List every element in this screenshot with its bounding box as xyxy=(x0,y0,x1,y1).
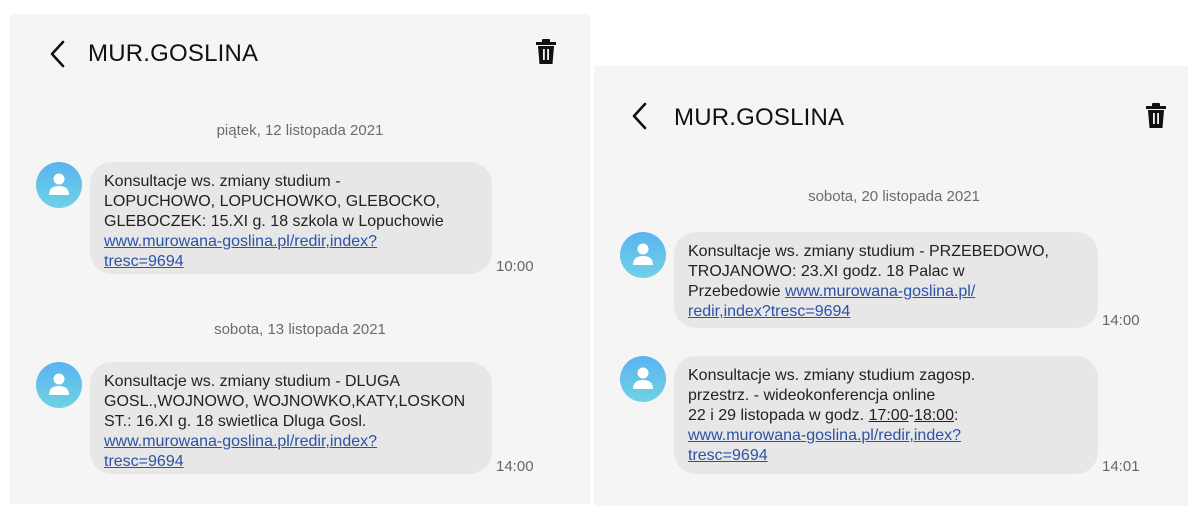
message-link[interactable]: tresc=9694 xyxy=(104,253,184,270)
message-text: Przebedowie xyxy=(688,283,785,300)
message-text: Konsultacje ws. zmiany studium - xyxy=(104,173,341,190)
back-button[interactable] xyxy=(44,34,72,74)
person-icon xyxy=(49,373,69,395)
date-separator: sobota, 20 listopada 2021 xyxy=(808,188,980,205)
message-text: GOSL.,WOJNOWO, WOJNOWKO,KATY,LOSKON xyxy=(104,393,466,410)
conversation-header: MUR.GOSLINA xyxy=(10,14,590,84)
trash-icon xyxy=(536,39,556,64)
delete-button[interactable] xyxy=(534,38,558,66)
date-separator: piątek, 12 listopada 2021 xyxy=(216,122,384,139)
conversation-panel-left: MUR.GOSLINA piątek, 12 listopada 2021 Ko… xyxy=(10,14,590,504)
message-timestamp: 14:01 xyxy=(1102,458,1140,475)
message-link[interactable]: tresc=9694 xyxy=(104,453,184,470)
conversation-title: MUR.GOSLINA xyxy=(674,104,845,131)
message-link[interactable]: www.murowana-goslina.pl/redir,index? xyxy=(104,233,377,250)
person-icon xyxy=(49,173,69,195)
message-text: Konsultacje ws. zmiany studium - DLUGA xyxy=(104,373,401,390)
conversation-header: MUR.GOSLINA xyxy=(594,66,1188,136)
time-link[interactable]: 17:00 xyxy=(869,407,909,424)
message-text: LOPUCHOWO, LOPUCHOWKO, GLEBOCKO, xyxy=(104,193,441,210)
avatar xyxy=(36,362,82,408)
message-link[interactable]: redir,index?tresc=9694 xyxy=(688,303,850,320)
message-bubble[interactable]: Konsultacje ws. zmiany studium - LOPUCHO… xyxy=(90,162,492,274)
message-text: GLEBOCZEK: 15.XI g. 18 szkola w Lopuchow… xyxy=(104,213,444,230)
time-link[interactable]: 18:00 xyxy=(914,407,954,424)
message-link[interactable]: www.murowana-goslina.pl/ xyxy=(785,283,975,300)
message-text: ST.: 16.XI g. 18 swietlica Dluga Gosl. xyxy=(104,413,367,430)
message-bubble[interactable]: Konsultacje ws. zmiany studium - DLUGA G… xyxy=(90,362,492,474)
message-timestamp: 14:00 xyxy=(1102,312,1140,329)
message-bubble[interactable]: Konsultacje ws. zmiany studium - PRZEBED… xyxy=(674,232,1098,328)
delete-button[interactable] xyxy=(1144,102,1168,130)
trash-icon xyxy=(1146,103,1166,128)
message-bubble[interactable]: Konsultacje ws. zmiany studium zagosp. p… xyxy=(674,356,1098,474)
avatar xyxy=(620,232,666,278)
message-timestamp: 14:00 xyxy=(496,458,534,475)
chevron-left-icon xyxy=(50,40,65,68)
message-text: Konsultacje ws. zmiany studium zagosp. xyxy=(688,367,976,384)
message-text: przestrz. - wideokonferencja online xyxy=(688,387,936,404)
back-button[interactable] xyxy=(626,96,654,136)
message-text: TROJANOWO: 23.XI godz. 18 Palac w xyxy=(688,263,965,280)
conversation-title: MUR.GOSLINA xyxy=(88,40,259,67)
message-text: : xyxy=(953,407,959,424)
message-link[interactable]: www.murowana-goslina.pl/redir,index? xyxy=(688,427,961,444)
avatar xyxy=(36,162,82,208)
message-link[interactable]: www.murowana-goslina.pl/redir,index? xyxy=(104,433,377,450)
message-timestamp: 10:00 xyxy=(496,258,534,275)
message-text: Konsultacje ws. zmiany studium - PRZEBED… xyxy=(688,243,1049,260)
person-icon xyxy=(633,243,653,265)
conversation-panel-right: MUR.GOSLINA sobota, 20 listopada 2021 Ko… xyxy=(594,66,1188,506)
message-link[interactable]: tresc=9694 xyxy=(688,447,768,464)
person-icon xyxy=(633,367,653,389)
avatar xyxy=(620,356,666,402)
message-text: 22 i 29 listopada w godz. xyxy=(688,407,869,424)
date-separator: sobota, 13 listopada 2021 xyxy=(214,321,386,338)
chevron-left-icon xyxy=(632,102,647,130)
